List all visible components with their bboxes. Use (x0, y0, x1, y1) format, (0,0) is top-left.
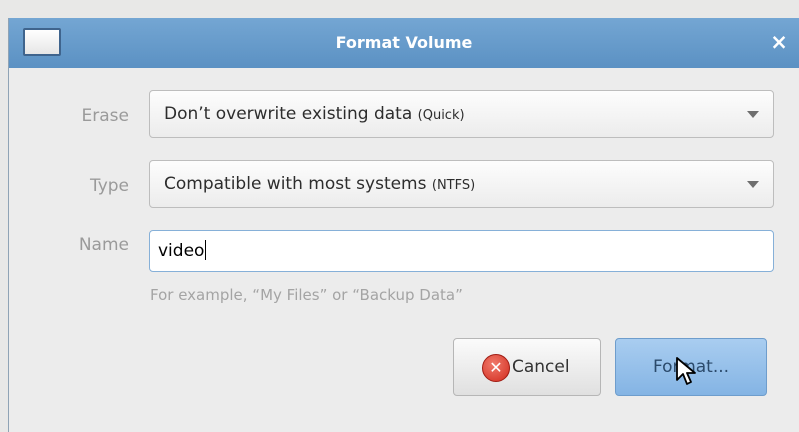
erase-selected-value: Don’t overwrite existing data (Quick) (164, 91, 465, 139)
mouse-pointer-icon (676, 357, 696, 385)
text-caret (205, 240, 207, 260)
name-text: video (158, 241, 205, 261)
dialog-title: Format Volume (335, 33, 473, 52)
erase-dropdown[interactable]: Don’t overwrite existing data (Quick) (149, 90, 774, 138)
type-selected-value: Compatible with most systems (NTFS) (164, 161, 475, 209)
type-label: Type (89, 176, 129, 196)
cancel-button[interactable]: ✕ Cancel (453, 338, 601, 396)
close-icon[interactable]: × (765, 28, 793, 56)
cancel-label: Cancel (512, 357, 570, 377)
type-dropdown[interactable]: Compatible with most systems (NTFS) (149, 160, 774, 208)
titlebar[interactable]: Format Volume × (9, 18, 799, 68)
chevron-down-icon (747, 181, 759, 188)
name-label: Name (78, 235, 129, 255)
erase-detail: (Quick) (417, 108, 465, 123)
chevron-down-icon (747, 111, 759, 118)
format-volume-dialog: Format Volume × Erase Don’t overwrite ex… (8, 18, 799, 432)
name-field-value: video (158, 231, 207, 271)
type-detail: (NTFS) (431, 178, 476, 193)
type-value: Compatible with most systems (164, 174, 427, 194)
erase-value: Don’t overwrite existing data (164, 104, 413, 124)
name-field[interactable]: video (149, 230, 774, 272)
erase-label: Erase (81, 106, 129, 126)
cancel-icon: ✕ (482, 354, 510, 382)
name-hint: For example, “My Files” or “Backup Data” (150, 286, 463, 304)
